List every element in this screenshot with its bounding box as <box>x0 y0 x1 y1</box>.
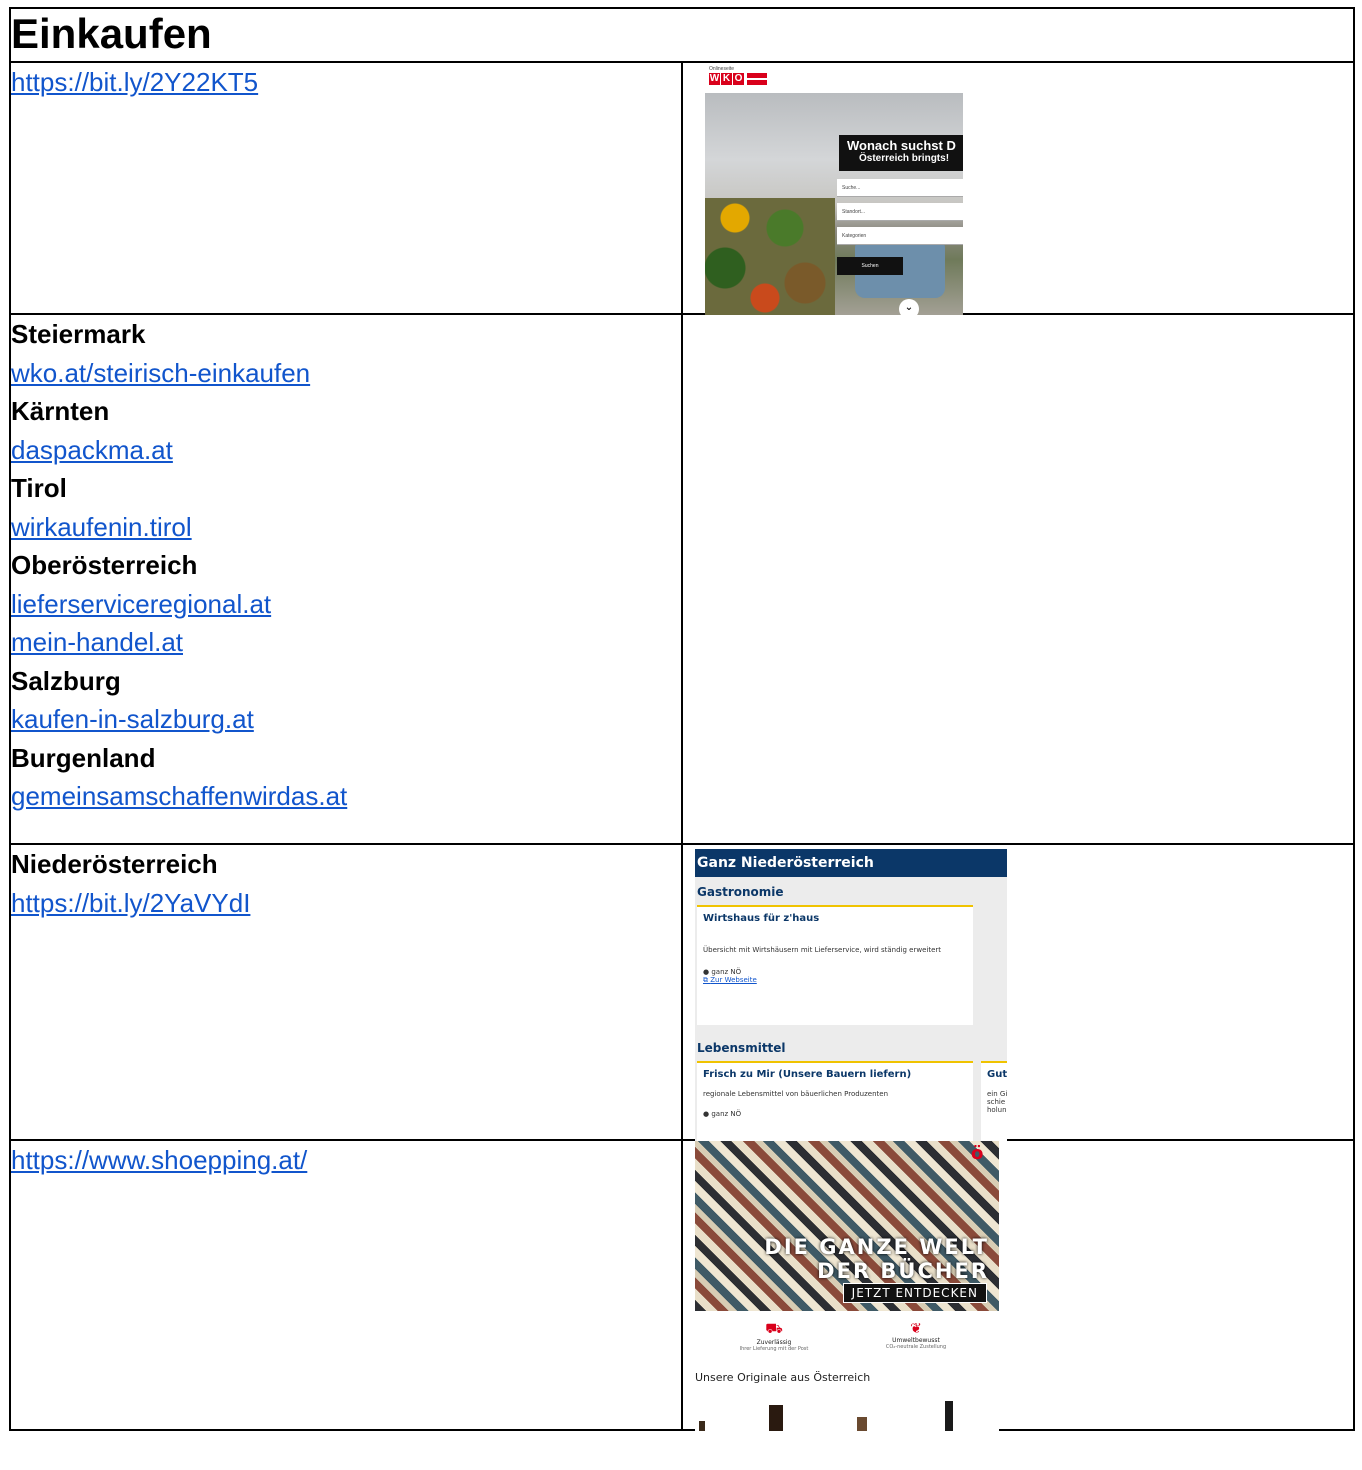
row-regions-empty <box>681 313 1355 845</box>
noe-screenshot: Ganz Niederösterreich Gastronomie Wirtsh… <box>695 849 1007 1141</box>
noe-card-location: ● ganz NÖ <box>703 968 967 976</box>
region-link[interactable]: daspackma.at <box>11 431 681 470</box>
wko-logo-letter: O <box>733 73 744 85</box>
noe-card-web-link[interactable]: ⧉ Zur Webseite <box>703 976 967 985</box>
region-heading: Kärnten <box>11 396 110 426</box>
noe-card-desc: Übersicht mit Wirtshäusern mit Lieferser… <box>703 946 942 954</box>
noe-card-web-text: Zur Webseite <box>710 976 757 984</box>
noe-card-desc: regionale Lebensmittel von bäuerlichen P… <box>703 1090 889 1098</box>
row-wko-image: Onlineseite W K O Wonach suchst D Österr… <box>681 61 1355 315</box>
noe-card-location-text: ganz NÖ <box>711 1110 742 1118</box>
wko-logo-letter: W <box>709 73 720 85</box>
region-link[interactable]: wirkaufenin.tirol <box>11 508 681 547</box>
shoepping-logo-mark: ö <box>971 1143 984 1164</box>
row-wko-text: https://bit.ly/2Y22KT5 <box>9 61 683 315</box>
wko-logo: W K O <box>709 73 744 85</box>
chevron-down-icon[interactable]: ⌄ <box>899 299 919 315</box>
wko-small-text: Onlineseite <box>709 66 735 72</box>
region-heading: Oberösterreich <box>11 550 198 580</box>
product-bottle-image[interactable] <box>769 1405 783 1431</box>
banner-headline-2: DER BÜCHER <box>817 1259 989 1283</box>
shoepping-screenshot: ö DIE GANZE WELT DER BÜCHER JETZT ENTDEC… <box>695 1141 999 1431</box>
feature-eco: ❦ Umweltbewusst CO₂-neutrale Zustellung <box>861 1321 971 1350</box>
wko-hero-photo: Wonach suchst D Österreich bringts! Such… <box>705 93 963 315</box>
row-shop-text: https://www.shoepping.at/ <box>9 1139 683 1431</box>
region-link[interactable]: lieferserviceregional.at <box>11 585 681 624</box>
truck-icon: ⛟ <box>765 1321 783 1337</box>
wko-headline: Wonach suchst D <box>847 138 956 153</box>
wko-search-button[interactable]: Suchen <box>837 257 903 275</box>
noe-card-title: Wirtshaus für z'haus <box>703 913 820 924</box>
noe-card-frisch[interactable]: Frisch zu Mir (Unsere Bauern liefern) re… <box>697 1061 973 1141</box>
link-wko[interactable]: https://bit.ly/2Y22KT5 <box>11 63 681 102</box>
product-bottle-image[interactable] <box>699 1421 705 1431</box>
region-heading: Tirol <box>11 473 67 503</box>
noe-card-gut[interactable]: Gut ein Gi schie holun <box>981 1061 1007 1141</box>
feature-sub: Ihrer Lieferung mit der Post <box>739 1346 809 1352</box>
product-bottle-image[interactable] <box>857 1417 867 1431</box>
region-link[interactable]: wko.at/steirisch-einkaufen <box>11 354 681 393</box>
wko-logo-bar <box>747 73 767 85</box>
noe-card-location-text: ganz NÖ <box>711 968 742 976</box>
noe-card-location: ● ganz NÖ <box>703 1110 967 1118</box>
row-regions-text: Steiermark wko.at/steirisch-einkaufen Kä… <box>9 313 683 845</box>
wko-subline: Österreich bringts! <box>859 153 950 164</box>
region-heading: Salzburg <box>11 665 121 696</box>
feature-reliable: ⛟ Zuverlässig Ihrer Lieferung mit der Po… <box>719 1321 829 1352</box>
link-shoepping[interactable]: https://www.shoepping.at/ <box>11 1141 681 1180</box>
document-title: Einkaufen <box>11 10 212 57</box>
region-heading: Steiermark <box>11 319 146 349</box>
link-noe[interactable]: https://bit.ly/2YaVYdI <box>11 884 681 923</box>
vegetables-image <box>705 198 835 315</box>
einkaufen-table: Einkaufen https://bit.ly/2Y22KT5 Onlines… <box>9 7 1355 1431</box>
region-heading: Niederösterreich <box>11 849 218 879</box>
product-bottle-image[interactable] <box>945 1401 953 1431</box>
feature-title: Umweltbewusst <box>892 1337 940 1344</box>
originals-heading: Unsere Originale aus Österreich <box>695 1371 871 1384</box>
noe-card-title: Gut <box>987 1069 1007 1080</box>
noe-card-line: ein Gi <box>987 1090 1007 1098</box>
region-link[interactable]: kaufen-in-salzburg.at <box>11 700 681 739</box>
noe-section-lebensmittel: Lebensmittel <box>697 1041 786 1055</box>
noe-card-wirtshaus[interactable]: Wirtshaus für z'haus Übersicht mit Wirts… <box>697 905 973 1025</box>
wko-location-input[interactable]: Standort... <box>837 203 963 221</box>
row-noe-image: Ganz Niederösterreich Gastronomie Wirtsh… <box>681 843 1355 1141</box>
wko-headline-box: Wonach suchst D Österreich bringts! <box>839 135 963 171</box>
jetzt-entdecken-button[interactable]: JETZT ENTDECKEN <box>842 1283 987 1303</box>
leaf-icon: ❦ <box>910 1321 922 1337</box>
wko-header: Onlineseite W K O <box>705 65 963 93</box>
wko-logo-letter: K <box>721 73 732 85</box>
wko-screenshot: Onlineseite W K O Wonach suchst D Österr… <box>705 65 963 315</box>
row-noe-text: Niederösterreich https://bit.ly/2YaVYdI <box>9 843 683 1141</box>
feature-sub: CO₂-neutrale Zustellung <box>885 1344 947 1350</box>
feature-title: Zuverlässig <box>756 1339 792 1346</box>
noe-header: Ganz Niederösterreich <box>695 849 1007 877</box>
region-heading: Burgenland <box>11 742 156 773</box>
row-shop-image: ö DIE GANZE WELT DER BÜCHER JETZT ENTDEC… <box>681 1139 1355 1431</box>
noe-card-title: Frisch zu Mir (Unsere Bauern liefern) <box>703 1069 912 1080</box>
wko-category-select[interactable]: Kategorien <box>837 227 963 245</box>
noe-section-gastronomie: Gastronomie <box>697 885 784 899</box>
noe-card-line: holun <box>987 1106 1007 1114</box>
title-cell: Einkaufen <box>9 7 1355 63</box>
noe-card-line: schie <box>987 1098 1006 1106</box>
region-link[interactable]: mein-handel.at <box>11 623 681 662</box>
wko-search-input[interactable]: Suche... <box>837 179 963 197</box>
banner-headline-1: DIE GANZE WELT <box>764 1235 989 1259</box>
region-link[interactable]: gemeinsamschaffenwirdas.at <box>11 777 681 816</box>
